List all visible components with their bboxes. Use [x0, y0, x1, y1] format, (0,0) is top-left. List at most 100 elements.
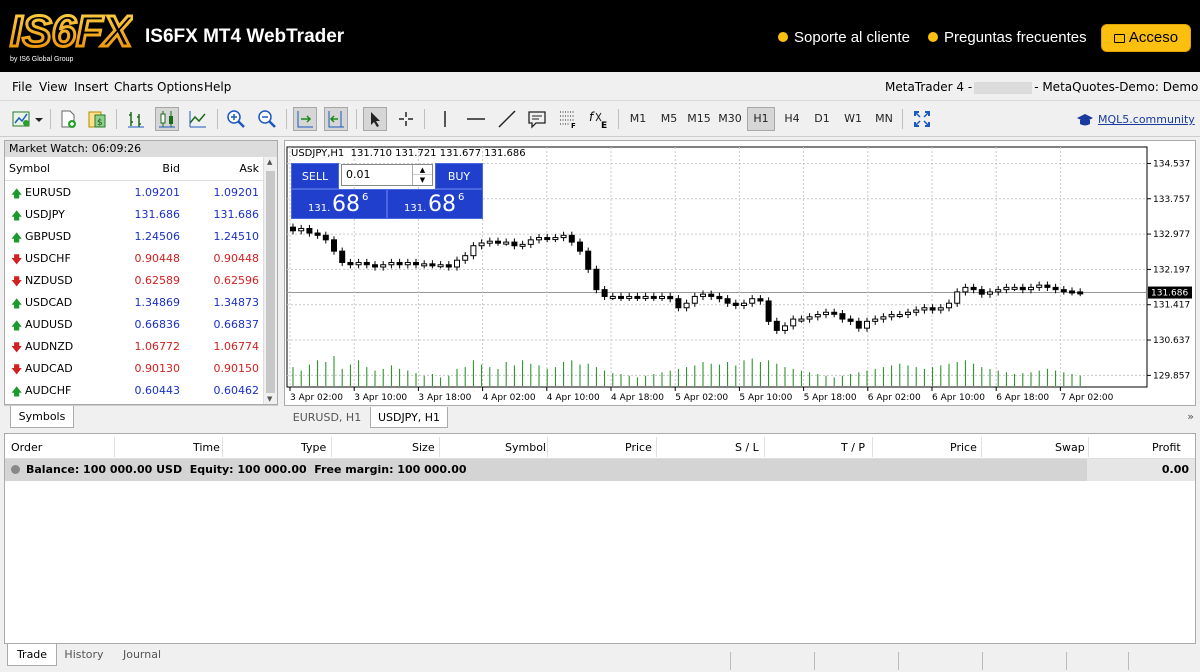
- tf-m1[interactable]: M1: [624, 107, 652, 131]
- market-watch-row[interactable]: 🡇 USDCHF 0.90448 0.90448: [5, 247, 277, 269]
- col-order[interactable]: Order: [11, 441, 42, 454]
- sell-button[interactable]: SELL: [291, 163, 339, 189]
- menu-view[interactable]: View: [39, 80, 67, 94]
- market-watch-rows: 🡅 EURUSD 1.09201 1.09201 🡅 USDJPY 131.686 131.6…: [5, 181, 277, 401]
- col-swap[interactable]: Swap: [1055, 441, 1085, 454]
- tab-trade[interactable]: Trade: [7, 644, 57, 666]
- col-time[interactable]: Time: [193, 441, 220, 454]
- tab-journal[interactable]: Journal: [114, 644, 170, 666]
- access-button[interactable]: Acceso: [1101, 24, 1191, 52]
- vertical-line-button[interactable]: [433, 107, 457, 131]
- faq-link[interactable]: Preguntas frecuentes: [928, 29, 1087, 46]
- auto-scroll-button[interactable]: [293, 107, 317, 131]
- col-size[interactable]: Size: [412, 441, 435, 454]
- lot-stepper[interactable]: ▲ ▼: [412, 165, 432, 185]
- tab-history[interactable]: History: [58, 644, 110, 666]
- cursor-tool-button[interactable]: [363, 107, 387, 131]
- is6fx-logo[interactable]: IS6FX by IS6 Global Group: [8, 6, 134, 64]
- current-price-label: 131.686: [1151, 289, 1188, 299]
- buy-price[interactable]: 131. 68 6: [387, 189, 483, 219]
- candle-body: [659, 295, 665, 299]
- col-take-profit[interactable]: T / P: [841, 441, 865, 454]
- trendline-button[interactable]: [495, 107, 519, 131]
- tf-mn[interactable]: MN: [870, 107, 898, 131]
- candle-body: [331, 239, 337, 252]
- tf-w1[interactable]: W1: [839, 107, 867, 131]
- tf-h1[interactable]: H1: [747, 107, 775, 131]
- market-watch-row[interactable]: 🡅 EURUSD 1.09201 1.09201: [5, 181, 277, 203]
- col-ask[interactable]: Ask: [239, 162, 259, 175]
- tf-m30[interactable]: M30: [716, 107, 744, 131]
- market-watch-scrollbar[interactable]: ▲ ▼: [263, 157, 277, 404]
- market-watch-row[interactable]: 🡅 USDCAD 1.34869 1.34873: [5, 291, 277, 313]
- money-button[interactable]: $: [85, 107, 109, 131]
- tab-symbols[interactable]: Symbols: [10, 406, 74, 428]
- tf-m5[interactable]: M5: [655, 107, 683, 131]
- market-watch-row[interactable]: 🡇 AUDNZD 1.06772 1.06774: [5, 335, 277, 357]
- zoom-out-button[interactable]: [255, 107, 279, 131]
- col-stop-loss[interactable]: S / L: [735, 441, 759, 454]
- menu-options[interactable]: Options: [157, 80, 203, 94]
- menu-file[interactable]: File: [12, 80, 32, 94]
- balance-row[interactable]: Balance: 100 000.00 USD Equity: 100 000.…: [5, 459, 1195, 481]
- chart-window[interactable]: 134.537 133.757 132.977 132.197 131.417 130.6…: [284, 140, 1196, 406]
- candle-body: [937, 307, 944, 311]
- market-watch-row[interactable]: 🡅 AUDCHF 0.60443 0.60462: [5, 379, 277, 401]
- fullscreen-button[interactable]: [910, 107, 934, 131]
- menu-charts[interactable]: Charts: [114, 80, 153, 94]
- chart-tab-eurusd[interactable]: EURUSD, H1: [284, 407, 370, 428]
- support-link[interactable]: Soporte al cliente: [778, 29, 910, 46]
- col-bid[interactable]: Bid: [162, 162, 180, 175]
- bar-chart-button[interactable]: [124, 107, 148, 131]
- col-price[interactable]: Price: [625, 441, 652, 454]
- col-close-price[interactable]: Price: [950, 441, 977, 454]
- col-symbol[interactable]: Symbol: [9, 162, 50, 175]
- row-bid: 1.24506: [134, 230, 181, 243]
- lot-size-value: 0.01: [346, 168, 371, 181]
- col-symbol[interactable]: Symbol: [505, 441, 546, 454]
- step-down-icon[interactable]: ▼: [413, 175, 432, 185]
- tf-d1[interactable]: D1: [808, 107, 836, 131]
- trendline-icon: [498, 110, 516, 128]
- sell-price[interactable]: 131. 68 6: [291, 189, 387, 219]
- candle-body: [634, 295, 641, 299]
- tabs-more-icon[interactable]: »: [1187, 410, 1194, 423]
- scrollbar-thumb[interactable]: [266, 171, 275, 393]
- candle-body: [1077, 291, 1084, 295]
- account-prefix: MetaTrader 4 -: [885, 80, 973, 94]
- chart-tab-usdjpy[interactable]: USDJPY, H1: [370, 407, 448, 428]
- menu-help[interactable]: Help: [204, 80, 231, 94]
- market-watch-row[interactable]: 🡅 GBPUSD 1.24506 1.24510: [5, 225, 277, 247]
- candle-body: [470, 245, 477, 257]
- menu-insert[interactable]: Insert: [74, 80, 108, 94]
- indicators-button[interactable]: fE: [587, 107, 611, 131]
- tf-m15[interactable]: M15: [685, 107, 713, 131]
- tf-h4[interactable]: H4: [778, 107, 806, 131]
- horizontal-line-button[interactable]: [464, 107, 488, 131]
- zoom-in-icon: [227, 110, 245, 128]
- text-label-button[interactable]: [525, 107, 549, 131]
- fibonacci-button[interactable]: F: [556, 107, 580, 131]
- new-chart-button[interactable]: [10, 107, 46, 131]
- chart-shift-button[interactable]: [324, 107, 348, 131]
- line-chart-button[interactable]: [186, 107, 210, 131]
- col-type[interactable]: Type: [301, 441, 326, 454]
- mql5-community-link[interactable]: MQL5.community: [1076, 113, 1195, 127]
- crosshair-button[interactable]: [394, 107, 418, 131]
- zoom-in-button[interactable]: [224, 107, 248, 131]
- collapse-icon[interactable]: [11, 465, 20, 474]
- balance-summary: Balance: 100 000.00 USD Equity: 100 000.…: [26, 463, 467, 476]
- buy-button[interactable]: BUY: [435, 163, 483, 189]
- new-order-button[interactable]: [56, 107, 80, 131]
- arrow-down-icon: 🡇: [11, 275, 23, 288]
- market-watch-row[interactable]: 🡇 AUDCAD 0.90130 0.90150: [5, 357, 277, 379]
- step-up-icon[interactable]: ▲: [413, 165, 432, 175]
- market-watch-row[interactable]: 🡅 AUDUSD 0.66836 0.66837: [5, 313, 277, 335]
- market-watch-row[interactable]: 🡅 USDJPY 131.686 131.686: [5, 203, 277, 225]
- col-profit[interactable]: Profit: [1152, 441, 1181, 454]
- arrow-up-icon: 🡅: [11, 385, 23, 398]
- lot-size-input[interactable]: 0.01 ▲ ▼: [341, 164, 433, 186]
- arrow-down-icon: 🡇: [11, 341, 23, 354]
- market-watch-row[interactable]: 🡇 NZDUSD 0.62589 0.62596: [5, 269, 277, 291]
- candlestick-chart-button[interactable]: [155, 107, 179, 131]
